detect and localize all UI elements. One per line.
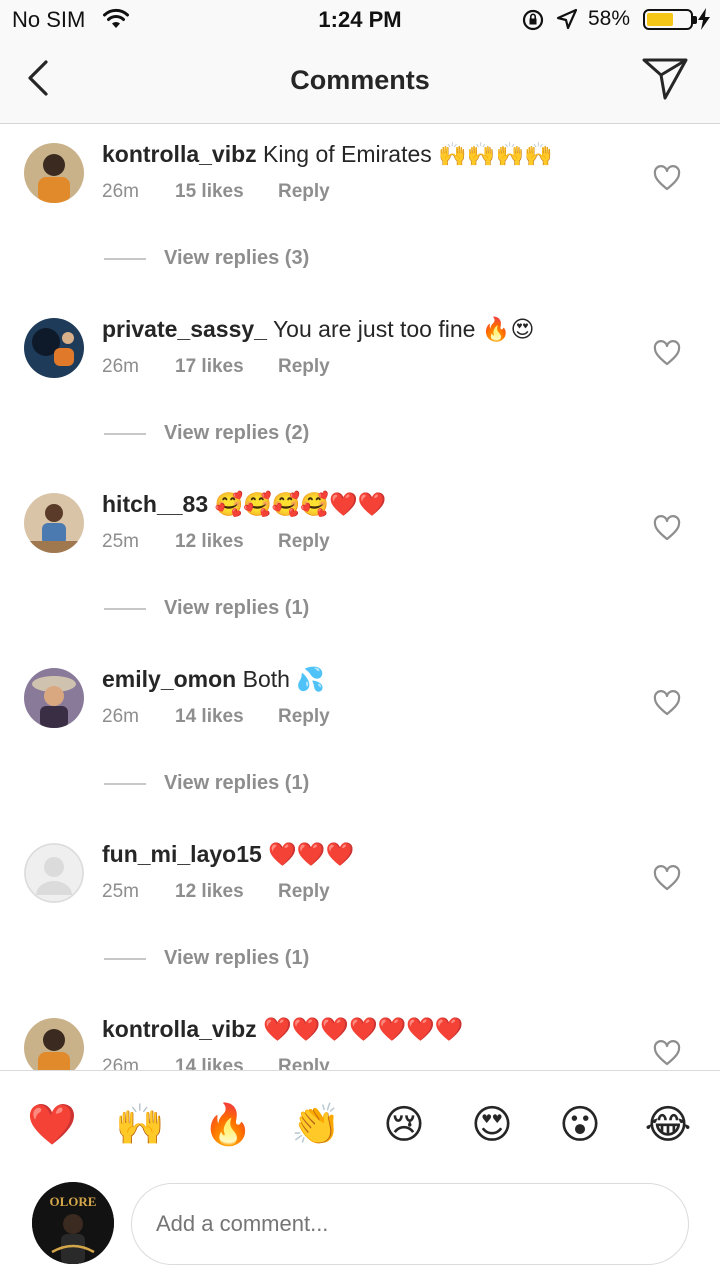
reply-button[interactable]: Reply — [278, 356, 330, 377]
page-title: Comments — [290, 65, 430, 95]
comment-text: ❤️❤️❤️❤️❤️❤️❤️ — [263, 1016, 464, 1042]
likes-count[interactable]: 14 likes — [175, 706, 278, 728]
reply-button[interactable]: Reply — [278, 881, 330, 902]
emoji-crying-button[interactable]: 😢 — [376, 1097, 432, 1153]
emoji-astonished-button[interactable]: 😮 — [552, 1097, 608, 1153]
comment-time: 26m — [102, 181, 139, 202]
battery-percent: 58% — [588, 7, 631, 30]
comment-item: fun_mi_layo15 ❤️❤️❤️ 25m 12 likes Reply Vi… — [0, 825, 720, 1000]
divider-line — [104, 782, 146, 785]
emoji-red-heart-button[interactable]: ❤️ — [24, 1097, 80, 1153]
comment-time: 26m — [102, 1056, 139, 1070]
emoji-clapping-button[interactable]: 👏 — [288, 1097, 344, 1153]
comment-time: 26m — [102, 356, 139, 377]
comment-body: emily_omon Both 💦 — [102, 664, 325, 694]
comment-time: 26m — [102, 706, 139, 727]
avatar[interactable] — [24, 1018, 84, 1070]
likes-count[interactable]: 12 likes — [175, 531, 278, 553]
avatar[interactable] — [24, 318, 84, 378]
comment-meta: 26m 15 likes Reply — [102, 181, 330, 203]
emoji-tears-of-joy-button[interactable]: 😂 — [640, 1097, 696, 1153]
divider-line — [104, 432, 146, 435]
comment-text: 🥰🥰🥰🥰❤️❤️ — [214, 491, 387, 517]
avatar-logo-text: OLORE — [50, 1194, 97, 1209]
emoji-fire-button[interactable]: 🔥 — [200, 1097, 256, 1153]
comment-meta: 25m 12 likes Reply — [102, 531, 330, 553]
username[interactable]: hitch__83 — [102, 491, 208, 517]
likes-count[interactable]: 12 likes — [175, 881, 278, 903]
view-replies-label: View replies (1) — [164, 772, 310, 794]
heart-icon[interactable] — [653, 1040, 681, 1066]
divider-line — [104, 607, 146, 610]
comment-composer: OLORE — [0, 1175, 720, 1280]
avatar[interactable] — [24, 843, 84, 903]
comment-item: emily_omon Both 💦 26m 14 likes Reply View … — [0, 650, 720, 825]
view-replies-link[interactable]: View replies (1) — [104, 947, 309, 970]
view-replies-link[interactable]: View replies (1) — [104, 597, 309, 620]
reply-button[interactable]: Reply — [278, 181, 330, 202]
username[interactable]: private_sassy_ — [102, 316, 267, 342]
paper-plane-icon[interactable] — [640, 56, 690, 102]
heart-icon[interactable] — [653, 865, 681, 891]
comment-text: King of Emirates 🙌🙌🙌🙌 — [263, 141, 553, 167]
comment-text: Both 💦 — [242, 666, 325, 692]
divider-line — [104, 957, 146, 960]
username[interactable]: emily_omon — [102, 666, 236, 692]
avatar[interactable] — [24, 668, 84, 728]
status-bar: No SIM 1:24 PM 58% — [0, 0, 720, 40]
comment-item: kontrolla_vibz ❤️❤️❤️❤️❤️❤️❤️ 26m 14 like… — [0, 1000, 720, 1070]
quick-emoji-bar: ❤️ 🙌 🔥 👏 😢 😍 😮 😂 — [0, 1070, 720, 1175]
view-replies-link[interactable]: View replies (3) — [104, 247, 309, 270]
nav-bar: Comments — [0, 40, 720, 124]
view-replies-link[interactable]: View replies (2) — [104, 422, 309, 445]
reply-button[interactable]: Reply — [278, 531, 330, 552]
comments-list[interactable]: kontrolla_vibz King of Emirates 🙌🙌🙌🙌 26m… — [0, 125, 720, 1070]
comment-body: kontrolla_vibz King of Emirates 🙌🙌🙌🙌 — [102, 139, 553, 169]
reply-button[interactable]: Reply — [278, 1056, 330, 1070]
view-replies-label: View replies (1) — [164, 947, 310, 969]
heart-icon[interactable] — [653, 515, 681, 541]
username[interactable]: kontrolla_vibz — [102, 141, 257, 167]
emoji-heart-eyes-button[interactable]: 😍 — [464, 1097, 520, 1153]
likes-count[interactable]: 17 likes — [175, 356, 278, 378]
comment-body: private_sassy_ You are just too fine 🔥😍 — [102, 314, 534, 344]
comment-time: 25m — [102, 881, 139, 902]
comment-text: You are just too fine 🔥😍 — [272, 316, 535, 342]
comment-meta: 25m 12 likes Reply — [102, 881, 330, 903]
comment-item: private_sassy_ You are just too fine 🔥😍 … — [0, 300, 720, 475]
reply-button[interactable]: Reply — [278, 706, 330, 727]
view-replies-link[interactable]: View replies (1) — [104, 772, 309, 795]
username[interactable]: kontrolla_vibz — [102, 1016, 257, 1042]
comment-item: hitch__83 🥰🥰🥰🥰❤️❤️ 25m 12 likes Reply View… — [0, 475, 720, 650]
likes-count[interactable]: 14 likes — [175, 1056, 278, 1070]
heart-icon[interactable] — [653, 340, 681, 366]
my-avatar: OLORE — [32, 1182, 114, 1264]
emoji-raised-hands-button[interactable]: 🙌 — [112, 1097, 168, 1153]
comment-item: kontrolla_vibz King of Emirates 🙌🙌🙌🙌 26m… — [0, 125, 720, 300]
view-replies-label: View replies (1) — [164, 597, 310, 619]
comment-meta: 26m 14 likes Reply — [102, 706, 330, 728]
charging-bolt-icon — [697, 8, 711, 35]
username[interactable]: fun_mi_layo15 — [102, 841, 262, 867]
heart-icon[interactable] — [653, 690, 681, 716]
location-arrow-icon — [556, 8, 578, 35]
comment-body: fun_mi_layo15 ❤️❤️❤️ — [102, 839, 354, 869]
comment-body: kontrolla_vibz ❤️❤️❤️❤️❤️❤️❤️ — [102, 1014, 464, 1044]
divider-line — [104, 257, 146, 260]
comment-body: hitch__83 🥰🥰🥰🥰❤️❤️ — [102, 489, 386, 519]
comment-text: ❤️❤️❤️ — [268, 841, 355, 867]
view-replies-label: View replies (2) — [164, 422, 310, 444]
view-replies-label: View replies (3) — [164, 247, 310, 269]
rotation-lock-icon — [521, 8, 545, 37]
comment-meta: 26m 17 likes Reply — [102, 356, 330, 378]
comment-meta: 26m 14 likes Reply — [102, 1056, 330, 1070]
likes-count[interactable]: 15 likes — [175, 181, 278, 203]
heart-icon[interactable] — [653, 165, 681, 191]
avatar[interactable] — [24, 143, 84, 203]
comment-input[interactable] — [131, 1183, 689, 1265]
comment-time: 25m — [102, 531, 139, 552]
avatar[interactable] — [24, 493, 84, 553]
battery-icon — [643, 9, 697, 30]
